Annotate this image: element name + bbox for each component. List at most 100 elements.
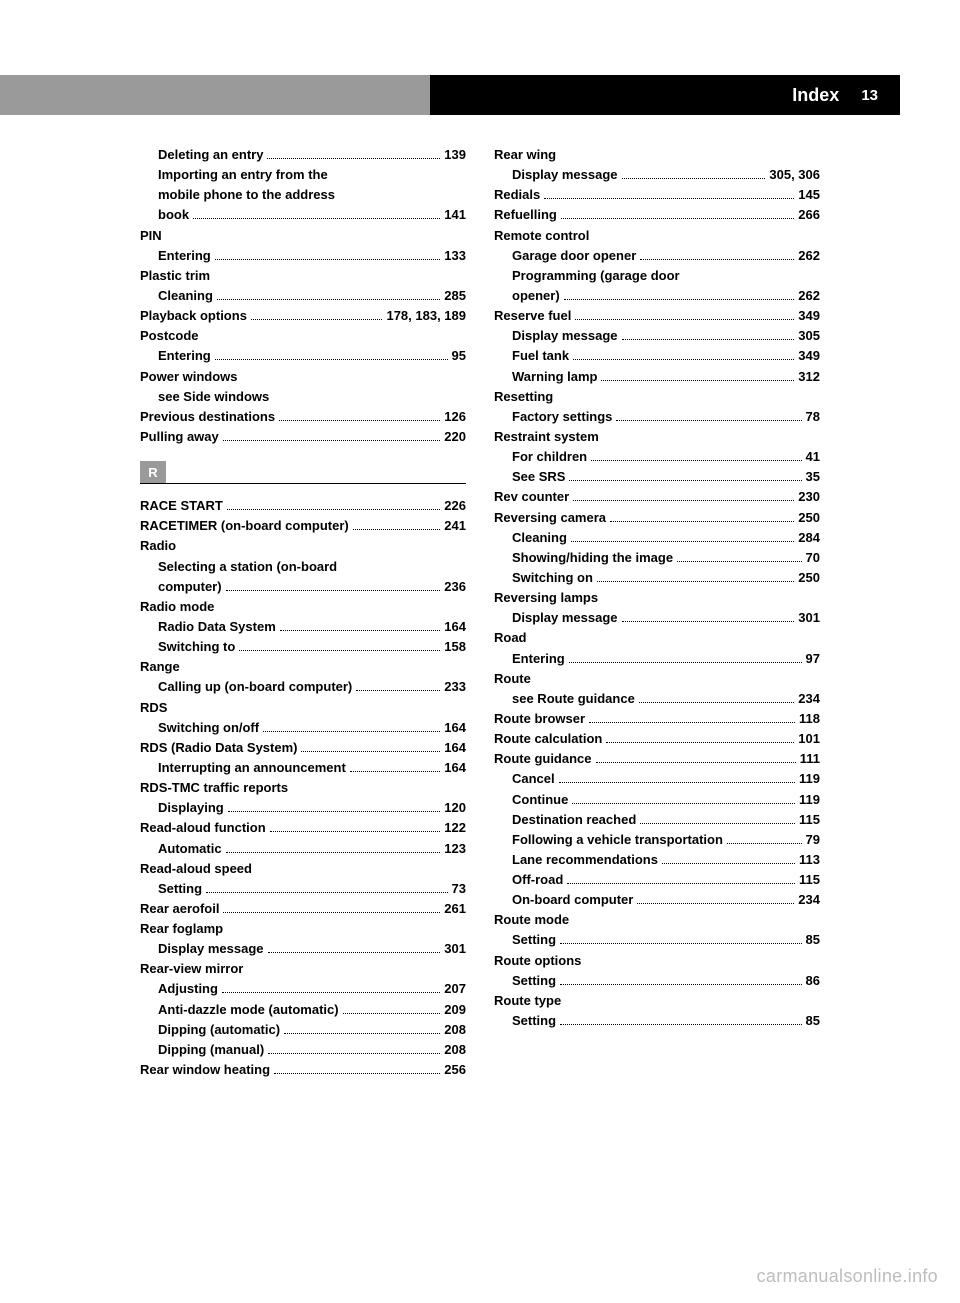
index-entry: Rear-view mirror xyxy=(140,959,466,979)
leader-dots xyxy=(591,460,801,461)
index-label: Refuelling xyxy=(494,205,557,225)
index-label: Selecting a station (on-board xyxy=(158,557,337,577)
leader-dots xyxy=(639,702,794,703)
index-label: Rear aerofoil xyxy=(140,899,219,919)
index-label: Dipping (automatic) xyxy=(158,1020,280,1040)
index-page: 220 xyxy=(444,427,466,447)
index-page: 209 xyxy=(444,1000,466,1020)
index-page: 86 xyxy=(806,971,820,991)
index-page: 266 xyxy=(798,205,820,225)
leader-dots xyxy=(640,823,795,824)
index-label: Radio xyxy=(140,536,176,556)
index-page: 113 xyxy=(799,850,820,870)
index-entry: Plastic trim xyxy=(140,266,466,286)
index-entry: Previous destinations126 xyxy=(140,407,466,427)
index-page: 226 xyxy=(444,496,466,516)
leader-dots xyxy=(622,621,795,622)
index-page: 312 xyxy=(798,367,820,387)
index-label: RACE START xyxy=(140,496,223,516)
index-label: Dipping (manual) xyxy=(158,1040,264,1060)
index-entry: See SRS35 xyxy=(494,467,820,487)
index-label: Programming (garage door xyxy=(512,266,680,286)
index-page: 230 xyxy=(798,487,820,507)
leader-dots xyxy=(573,359,794,360)
index-label: Restraint system xyxy=(494,427,599,447)
leader-dots xyxy=(564,299,795,300)
index-page: 234 xyxy=(798,689,820,709)
index-label: Importing an entry from the xyxy=(158,165,328,185)
index-entry: Following a vehicle transportation79 xyxy=(494,830,820,850)
index-entry: Redials145 xyxy=(494,185,820,205)
index-entry: Display message301 xyxy=(494,608,820,628)
index-entry: Display message 301 xyxy=(140,939,466,959)
index-label: RDS (Radio Data System) xyxy=(140,738,297,758)
index-label: Postcode xyxy=(140,326,199,346)
index-page: 35 xyxy=(806,467,820,487)
index-label: RACETIMER (on-board computer) xyxy=(140,516,349,536)
leader-dots xyxy=(222,992,440,993)
index-page: 145 xyxy=(798,185,820,205)
index-page: 119 xyxy=(799,769,820,789)
index-page: 301 xyxy=(444,939,466,959)
index-entry: Road xyxy=(494,628,820,648)
index-label: Reserve fuel xyxy=(494,306,571,326)
index-label: Route type xyxy=(494,991,561,1011)
leader-dots xyxy=(560,984,801,985)
leader-dots xyxy=(640,259,794,260)
index-page: 262 xyxy=(798,286,820,306)
leader-dots xyxy=(356,690,440,691)
leader-dots xyxy=(227,509,440,510)
index-entry: Setting85 xyxy=(494,1011,820,1031)
index-label: Lane recommendations xyxy=(512,850,658,870)
index-page: 178, 183, 189 xyxy=(386,306,466,326)
section-underline xyxy=(140,483,466,484)
index-label: Off-road xyxy=(512,870,563,890)
index-page: 111 xyxy=(800,749,820,769)
index-entry: RACE START 226 xyxy=(140,496,466,516)
index-label: book xyxy=(158,205,189,225)
index-entry: Entering133 xyxy=(140,246,466,266)
leader-dots xyxy=(268,1053,440,1054)
index-label: Garage door opener xyxy=(512,246,636,266)
index-label: Rear window heating xyxy=(140,1060,270,1080)
index-label: Radio Data System xyxy=(158,617,276,637)
index-entry: Automatic123 xyxy=(140,839,466,859)
index-entry: Programming (garage door xyxy=(494,266,820,286)
index-entry: Setting86 xyxy=(494,971,820,991)
header-right-gap xyxy=(900,75,960,115)
index-entry: On-board computer234 xyxy=(494,890,820,910)
index-entry: computer) 236 xyxy=(140,577,466,597)
index-page: 78 xyxy=(806,407,820,427)
index-entry: Pulling away220 xyxy=(140,427,466,447)
index-entry: Radio xyxy=(140,536,466,556)
index-label: computer) xyxy=(158,577,222,597)
index-entry: Importing an entry from the xyxy=(140,165,466,185)
index-page: 305 xyxy=(798,326,820,346)
index-entry: Postcode xyxy=(140,326,466,346)
index-page: 256 xyxy=(444,1060,466,1080)
index-label: Power windows xyxy=(140,367,238,387)
header-page-number: 13 xyxy=(861,87,878,104)
index-entry: Reserve fuel349 xyxy=(494,306,820,326)
index-page: 236 xyxy=(444,577,466,597)
index-entry: Displaying120 xyxy=(140,798,466,818)
left-column: Deleting an entry139Importing an entry f… xyxy=(140,145,466,1080)
index-label: Display message xyxy=(158,939,264,959)
index-entry: Warning lamp 312 xyxy=(494,367,820,387)
index-label: Route calculation xyxy=(494,729,602,749)
index-label: Entering xyxy=(158,346,211,366)
leader-dots xyxy=(350,771,441,772)
index-page: 208 xyxy=(444,1020,466,1040)
index-page: 262 xyxy=(798,246,820,266)
leader-dots xyxy=(569,480,801,481)
index-label: Warning lamp xyxy=(512,367,597,387)
index-label: Entering xyxy=(158,246,211,266)
page-body: Deleting an entry139Importing an entry f… xyxy=(0,0,960,1120)
index-entry: Cleaning285 xyxy=(140,286,466,306)
index-label: Setting xyxy=(158,879,202,899)
index-entry: Route browser118 xyxy=(494,709,820,729)
leader-dots xyxy=(267,158,440,159)
leader-dots xyxy=(616,420,801,421)
index-entry: Read-aloud speed xyxy=(140,859,466,879)
leader-dots xyxy=(226,852,441,853)
